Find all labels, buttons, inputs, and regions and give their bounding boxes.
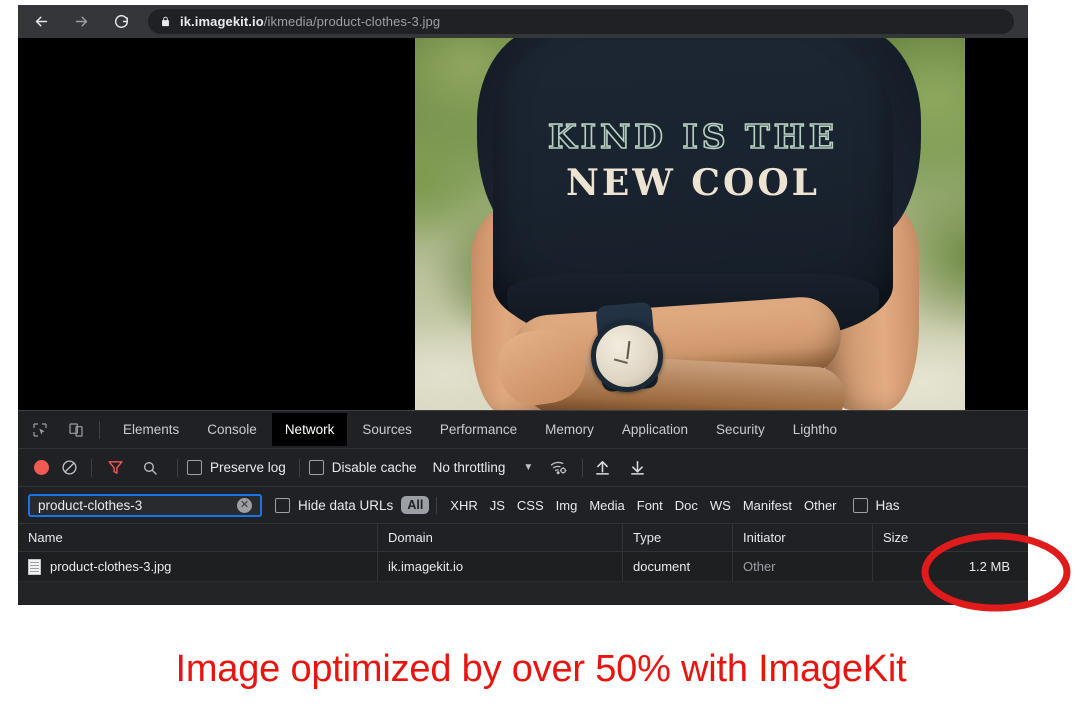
checkbox-box[interactable] bbox=[309, 460, 324, 475]
lock-icon bbox=[160, 15, 171, 28]
url-host: ik.imagekit.io bbox=[180, 14, 264, 29]
page-viewport: KIND IS THE NEW COOL bbox=[18, 38, 1028, 410]
record-button-icon[interactable] bbox=[34, 460, 49, 475]
browser-window: ik.imagekit.io/ikmedia/product-clothes-3… bbox=[18, 5, 1028, 605]
has-blocked-cookies-checkbox[interactable]: Has bbox=[853, 498, 900, 513]
filter-type-other[interactable]: Other bbox=[798, 498, 843, 513]
has-blocked-cookies-label: Has bbox=[876, 498, 900, 513]
filter-type-media[interactable]: Media bbox=[583, 498, 630, 513]
checkbox-box[interactable] bbox=[187, 460, 202, 475]
product-photo: KIND IS THE NEW COOL bbox=[415, 38, 965, 410]
chevron-down-icon[interactable]: ▼ bbox=[523, 462, 533, 473]
url-text: ik.imagekit.io/ikmedia/product-clothes-3… bbox=[180, 14, 440, 29]
address-bar[interactable]: ik.imagekit.io/ikmedia/product-clothes-3… bbox=[148, 9, 1014, 34]
toolbar-divider bbox=[99, 421, 100, 439]
filter-input[interactable]: product-clothes-3 ✕ bbox=[28, 494, 262, 517]
table-header-row: Name Domain Type Initiator Size bbox=[18, 524, 1028, 552]
reload-icon[interactable] bbox=[106, 7, 136, 37]
cell-name-text: product-clothes-3.jpg bbox=[50, 559, 171, 574]
search-icon[interactable] bbox=[142, 460, 158, 476]
column-header-initiator[interactable]: Initiator bbox=[733, 524, 873, 551]
filter-type-css[interactable]: CSS bbox=[511, 498, 550, 513]
tab-network[interactable]: Network bbox=[272, 413, 348, 446]
toolbar-divider bbox=[582, 459, 583, 477]
column-header-size[interactable]: Size bbox=[873, 524, 1028, 551]
filter-type-doc[interactable]: Doc bbox=[669, 498, 704, 513]
tab-memory[interactable]: Memory bbox=[532, 416, 607, 443]
clear-input-icon[interactable]: ✕ bbox=[237, 498, 252, 513]
filter-type-xhr[interactable]: XHR bbox=[444, 498, 483, 513]
tab-console[interactable]: Console bbox=[194, 416, 270, 443]
filter-type-font[interactable]: Font bbox=[631, 498, 669, 513]
toolbar-divider bbox=[177, 459, 178, 477]
table-empty-row bbox=[18, 582, 1028, 604]
caption-text: Image optimized by over 50% with ImageKi… bbox=[0, 648, 1082, 691]
screenshot-root: ik.imagekit.io/ikmedia/product-clothes-3… bbox=[0, 0, 1082, 714]
filter-input-value: product-clothes-3 bbox=[38, 498, 237, 513]
column-header-name[interactable]: Name bbox=[18, 524, 378, 551]
filter-type-all[interactable]: All bbox=[401, 496, 429, 514]
download-arrow-icon[interactable] bbox=[629, 459, 646, 476]
tab-sources[interactable]: Sources bbox=[349, 416, 425, 443]
url-path: /ikmedia/product-clothes-3.jpg bbox=[264, 14, 440, 29]
toolbar-divider bbox=[299, 459, 300, 477]
cell-size: 1.2 MB bbox=[873, 552, 1028, 581]
network-toolbar: Preserve log Disable cache No throttling… bbox=[18, 449, 1028, 487]
inspect-element-icon[interactable] bbox=[26, 416, 54, 444]
forward-icon[interactable] bbox=[66, 7, 96, 37]
tab-lighthouse[interactable]: Lightho bbox=[780, 416, 850, 443]
tab-elements[interactable]: Elements bbox=[110, 416, 192, 443]
filter-type-ws[interactable]: WS bbox=[704, 498, 737, 513]
column-header-domain[interactable]: Domain bbox=[378, 524, 623, 551]
hide-data-urls-label: Hide data URLs bbox=[298, 498, 393, 513]
wifi-settings-icon[interactable] bbox=[549, 459, 568, 476]
cell-domain: ik.imagekit.io bbox=[378, 552, 623, 581]
tab-security[interactable]: Security bbox=[703, 416, 778, 443]
filter-type-manifest[interactable]: Manifest bbox=[737, 498, 798, 513]
tab-application[interactable]: Application bbox=[609, 416, 701, 443]
column-header-type[interactable]: Type bbox=[623, 524, 733, 551]
filter-funnel-icon[interactable] bbox=[107, 459, 124, 476]
network-filter-bar: product-clothes-3 ✕ Hide data URLs All X… bbox=[18, 487, 1028, 524]
back-icon[interactable] bbox=[26, 7, 56, 37]
filter-type-js[interactable]: JS bbox=[484, 498, 511, 513]
table-row[interactable]: product-clothes-3.jpg ik.imagekit.io doc… bbox=[18, 552, 1028, 582]
filter-type-img[interactable]: Img bbox=[550, 498, 584, 513]
cell-name: product-clothes-3.jpg bbox=[18, 552, 378, 581]
toolbar-divider bbox=[91, 459, 92, 477]
device-toolbar-icon[interactable] bbox=[62, 416, 90, 444]
preserve-log-checkbox[interactable]: Preserve log bbox=[187, 460, 286, 475]
tab-performance[interactable]: Performance bbox=[427, 416, 530, 443]
devtools-tab-strip: Elements Console Network Sources Perform… bbox=[18, 411, 1028, 449]
filter-divider bbox=[436, 497, 437, 514]
browser-url-bar: ik.imagekit.io/ikmedia/product-clothes-3… bbox=[18, 5, 1028, 38]
checkbox-box[interactable] bbox=[853, 498, 868, 513]
checkbox-box[interactable] bbox=[275, 498, 290, 513]
clear-icon[interactable] bbox=[61, 459, 78, 476]
cell-initiator: Other bbox=[733, 552, 873, 581]
preserve-log-label: Preserve log bbox=[210, 460, 286, 475]
cell-type: document bbox=[623, 552, 733, 581]
upload-arrow-icon[interactable] bbox=[594, 459, 611, 476]
disable-cache-label: Disable cache bbox=[332, 460, 417, 475]
throttling-select[interactable]: No throttling bbox=[433, 460, 506, 475]
hide-data-urls-checkbox[interactable]: Hide data URLs bbox=[275, 498, 393, 513]
devtools-panel: Elements Console Network Sources Perform… bbox=[18, 410, 1028, 605]
document-file-icon bbox=[28, 559, 41, 575]
network-request-table: Name Domain Type Initiator Size product-… bbox=[18, 524, 1028, 604]
disable-cache-checkbox[interactable]: Disable cache bbox=[309, 460, 417, 475]
